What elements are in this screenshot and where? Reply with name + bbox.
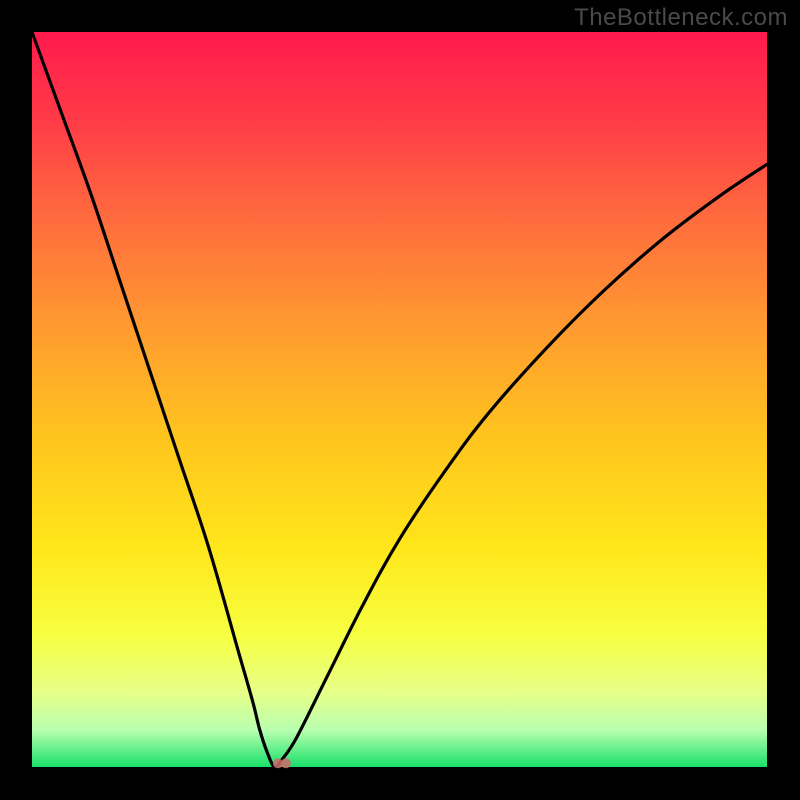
plot-background — [32, 32, 767, 767]
bottleneck-chart — [0, 0, 800, 800]
watermark-text: TheBottleneck.com — [574, 4, 788, 32]
chart-frame: TheBottleneck.com — [0, 0, 800, 800]
